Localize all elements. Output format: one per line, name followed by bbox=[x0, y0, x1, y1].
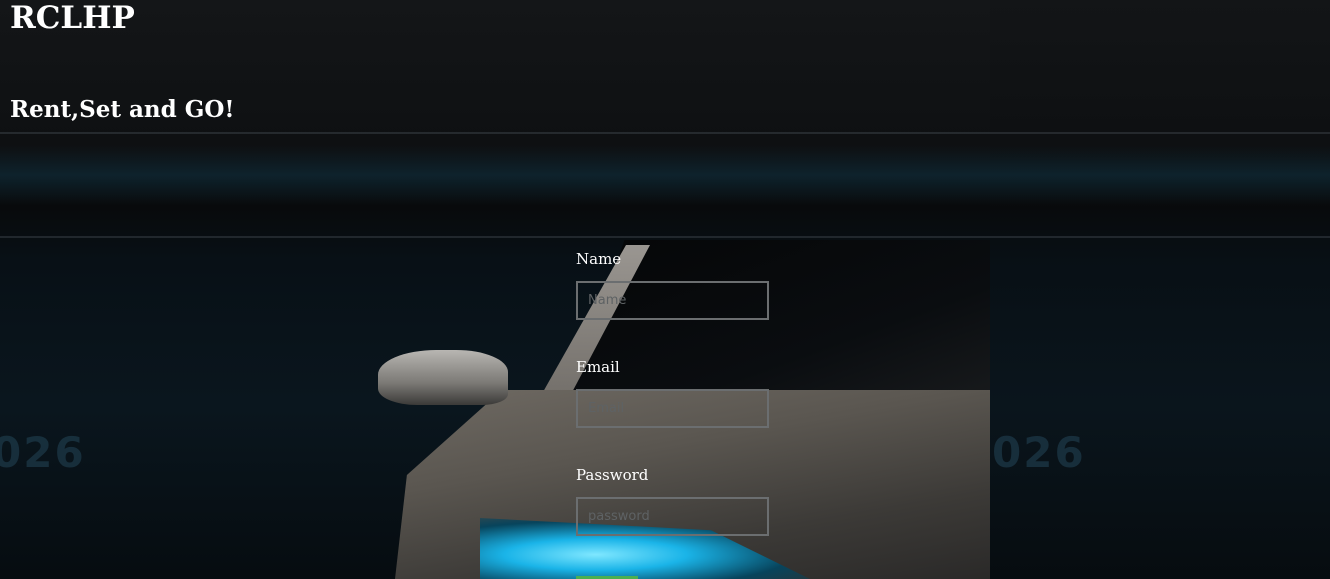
ceiling-line bbox=[0, 132, 990, 134]
site-title: RCLHP bbox=[10, 0, 135, 36]
email-input[interactable] bbox=[576, 389, 769, 428]
ceiling-line bbox=[990, 132, 1330, 134]
name-label: Name bbox=[576, 250, 622, 268]
name-input[interactable] bbox=[576, 281, 769, 320]
teal-band bbox=[990, 145, 1330, 205]
license-plate-right: 026 bbox=[992, 428, 1086, 477]
license-plate-left: 026 bbox=[0, 428, 86, 477]
site-tagline: Rent,Set and GO! bbox=[10, 96, 235, 123]
ceiling-line bbox=[990, 236, 1330, 238]
password-label: Password bbox=[576, 466, 649, 484]
password-input[interactable] bbox=[576, 497, 769, 536]
email-label: Email bbox=[576, 358, 620, 376]
background-tile-right bbox=[990, 0, 1330, 579]
teal-band bbox=[0, 145, 990, 205]
car-mirror bbox=[378, 350, 508, 405]
signup-form: Name Email Password bbox=[576, 250, 776, 574]
ceiling-line bbox=[0, 236, 990, 238]
